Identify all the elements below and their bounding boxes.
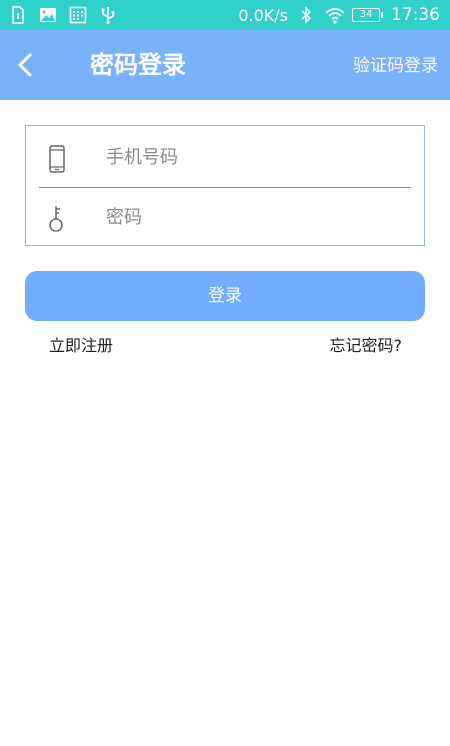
status-bar-system: 0.0K/s 34 17:36 (238, 0, 440, 30)
network-speed: 0.0K/s (238, 5, 288, 25)
app-bar: 密码登录 验证码登录 (0, 30, 450, 100)
usb-icon (98, 5, 118, 25)
key-icon (44, 204, 70, 234)
bluetooth-icon (296, 5, 316, 25)
password-field-row (26, 186, 424, 245)
page-title: 密码登录 (90, 51, 186, 79)
register-link[interactable]: 立即注册 (49, 335, 113, 357)
status-bar-notifications (8, 5, 118, 25)
status-time: 17:36 (391, 5, 440, 25)
sim-card-icon (8, 5, 28, 25)
status-bar: 0.0K/s 34 17:36 (0, 0, 450, 30)
battery-icon: 34 (352, 8, 383, 22)
wifi-icon (324, 5, 345, 25)
phone-input[interactable] (106, 140, 406, 174)
back-button[interactable] (8, 47, 44, 83)
battery-level: 34 (352, 8, 380, 22)
smartphone-icon (44, 144, 70, 174)
login-form (25, 125, 425, 246)
forgot-password-link[interactable]: 忘记密码? (330, 335, 403, 357)
chevron-left-icon (8, 53, 44, 87)
login-button[interactable]: 登录 (25, 271, 425, 321)
calendar-icon (68, 5, 88, 25)
image-icon (38, 5, 58, 25)
password-input[interactable] (106, 200, 406, 234)
sms-code-login-link[interactable]: 验证码登录 (353, 54, 438, 78)
phone-field-row (26, 126, 424, 185)
